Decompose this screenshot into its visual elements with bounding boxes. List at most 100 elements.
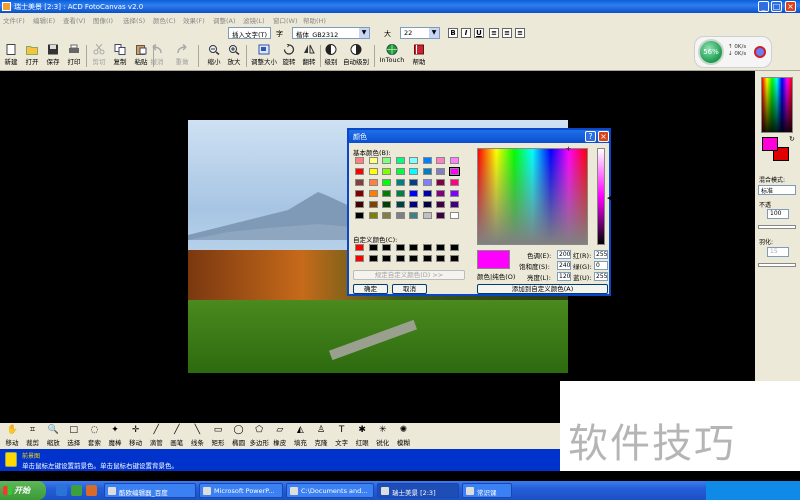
feather-input[interactable]: 15 <box>767 247 789 257</box>
dialog-close-button[interactable]: × <box>598 131 609 142</box>
menu-image[interactable]: 图像(I) <box>93 15 113 25</box>
copy-button[interactable]: 复制 <box>110 43 130 69</box>
menu-select[interactable]: 选择(S) <box>123 15 145 25</box>
luminance-bar[interactable] <box>597 148 605 245</box>
cut-button[interactable]: 剪切 <box>89 43 109 69</box>
ok-button[interactable]: 确定 <box>353 284 388 294</box>
tool-blur[interactable]: ✺ 模糊 <box>393 424 413 448</box>
custom-color-swatch[interactable] <box>355 244 364 251</box>
taskbar-task[interactable]: 瑞士美景 [2:3] <box>377 483 459 498</box>
basic-color-swatch[interactable] <box>355 157 364 164</box>
italic-button[interactable]: I <box>461 28 471 38</box>
custom-color-swatch[interactable] <box>436 255 445 262</box>
add-custom-color-button[interactable]: 添加到自定义颜色(A) <box>477 284 608 294</box>
basic-color-swatch[interactable] <box>382 201 391 208</box>
tool-zoom[interactable]: 🔍 缩放 <box>43 424 63 448</box>
custom-color-swatch[interactable] <box>449 255 459 262</box>
basic-color-swatch[interactable] <box>409 168 418 175</box>
basic-color-swatch[interactable] <box>368 179 378 186</box>
tool-magic-wand[interactable]: ✦ 魔棒 <box>105 424 125 448</box>
custom-color-swatch[interactable] <box>395 244 405 251</box>
custom-color-swatch[interactable] <box>409 255 418 262</box>
tool-lasso[interactable]: ◌ 套索 <box>84 424 104 448</box>
rotate-button[interactable]: 旋转 <box>279 43 299 69</box>
custom-color-swatch[interactable] <box>422 255 432 262</box>
intouch-button[interactable]: InTouch <box>377 43 407 69</box>
basic-color-swatch[interactable] <box>449 190 459 197</box>
basic-color-swatch[interactable] <box>422 190 432 197</box>
tool-rectangle[interactable]: ▭ 矩形 <box>208 424 228 448</box>
menu-window[interactable]: 窗口(W) <box>273 15 298 25</box>
basic-color-swatch[interactable] <box>368 157 378 164</box>
menu-adjust[interactable]: 调整(A) <box>213 15 236 25</box>
basic-color-swatch[interactable] <box>395 179 405 186</box>
dialog-help-button[interactable]: ? <box>585 131 596 142</box>
menu-color[interactable]: 颜色(C) <box>153 15 176 25</box>
custom-color-swatch[interactable] <box>382 255 391 262</box>
basic-color-swatch[interactable] <box>382 212 391 219</box>
print-button[interactable]: 打印 <box>64 43 84 69</box>
custom-color-swatch[interactable] <box>395 255 405 262</box>
feather-slider[interactable] <box>758 263 796 267</box>
taskbar-task[interactable]: 常识课 <box>462 483 512 498</box>
zoom-out-button[interactable]: 缩小 <box>204 43 224 69</box>
menu-file[interactable]: 文件(F) <box>3 15 25 25</box>
basic-color-swatch[interactable] <box>355 190 364 197</box>
blue-input[interactable]: 255 <box>594 272 608 281</box>
font-size-select[interactable]: 22 ▼ <box>400 27 440 39</box>
basic-color-swatch[interactable] <box>449 179 459 186</box>
cancel-button[interactable]: 取消 <box>392 284 427 294</box>
custom-color-swatch[interactable] <box>368 255 378 262</box>
open-button[interactable]: 打开 <box>22 43 42 69</box>
basic-color-swatch[interactable] <box>448 167 460 176</box>
taskbar-task[interactable]: Microsoft PowerP... <box>199 483 283 498</box>
basic-color-swatch[interactable] <box>436 212 445 219</box>
basic-color-swatch[interactable] <box>382 190 391 197</box>
ie-quicklaunch-icon[interactable] <box>56 485 67 496</box>
close-button[interactable]: × <box>785 1 796 12</box>
swap-colors-icon[interactable]: ↻ <box>789 135 795 143</box>
custom-color-swatch[interactable] <box>436 244 445 251</box>
basic-color-swatch[interactable] <box>422 179 432 186</box>
tool-ellipse[interactable]: ◯ 椭圆 <box>229 424 249 448</box>
tool-eraser[interactable]: ▱ 橡皮 <box>270 424 290 448</box>
basic-color-swatch[interactable] <box>449 212 459 219</box>
basic-color-swatch[interactable] <box>422 201 432 208</box>
custom-color-swatch[interactable] <box>449 244 459 251</box>
taskbar-task[interactable]: 酷欧编辑器_百度 <box>104 483 196 498</box>
tool-brush[interactable]: ╱ 画笔 <box>167 424 187 448</box>
undo-button[interactable]: 撤消 <box>147 43 167 69</box>
green-input[interactable]: 0 <box>594 261 608 270</box>
basic-color-swatch[interactable] <box>409 212 418 219</box>
bold-button[interactable]: B <box>448 28 458 38</box>
menu-filter[interactable]: 滤镜(L) <box>243 15 265 25</box>
tool-red-eye[interactable]: ✱ 红眼 <box>352 424 372 448</box>
tool-rect-select[interactable]: □ 选择 <box>64 424 84 448</box>
desktop-quicklaunch-icon[interactable] <box>71 485 82 496</box>
hue-input[interactable]: 200 <box>557 250 571 259</box>
menu-help[interactable]: 帮助(H) <box>303 15 326 25</box>
basic-color-swatch[interactable] <box>436 168 445 175</box>
red-input[interactable]: 255 <box>594 250 608 259</box>
define-custom-colors-button[interactable]: 规定自定义颜色(D) >> <box>353 270 465 280</box>
menu-effects[interactable]: 效果(F) <box>183 15 205 25</box>
underline-button[interactable]: U <box>474 28 484 38</box>
start-button[interactable]: 开始 <box>0 481 46 500</box>
auto-levels-button[interactable]: 自动级别 <box>341 43 371 69</box>
insert-text-button[interactable]: 插入文字(T) <box>228 27 272 39</box>
basic-color-swatch[interactable] <box>355 179 364 186</box>
basic-color-swatch[interactable] <box>382 168 391 175</box>
custom-color-swatch[interactable] <box>382 244 391 251</box>
basic-color-swatch[interactable] <box>409 201 418 208</box>
basic-color-swatch[interactable] <box>395 201 405 208</box>
basic-color-swatch[interactable] <box>382 179 391 186</box>
tool-polygon[interactable]: ⬠ 多边形 <box>249 424 269 448</box>
taskbar-task[interactable]: C:\Documents and... <box>286 483 374 498</box>
media-quicklaunch-icon[interactable] <box>86 485 97 496</box>
opacity-slider[interactable] <box>758 225 796 229</box>
font-select[interactable]: 楷体_GB2312 ▼ <box>292 27 370 39</box>
basic-color-swatch[interactable] <box>422 212 432 219</box>
menu-edit[interactable]: 编辑(E) <box>33 15 55 25</box>
saturation-input[interactable]: 240 <box>557 261 571 270</box>
basic-color-swatch[interactable] <box>409 157 418 164</box>
